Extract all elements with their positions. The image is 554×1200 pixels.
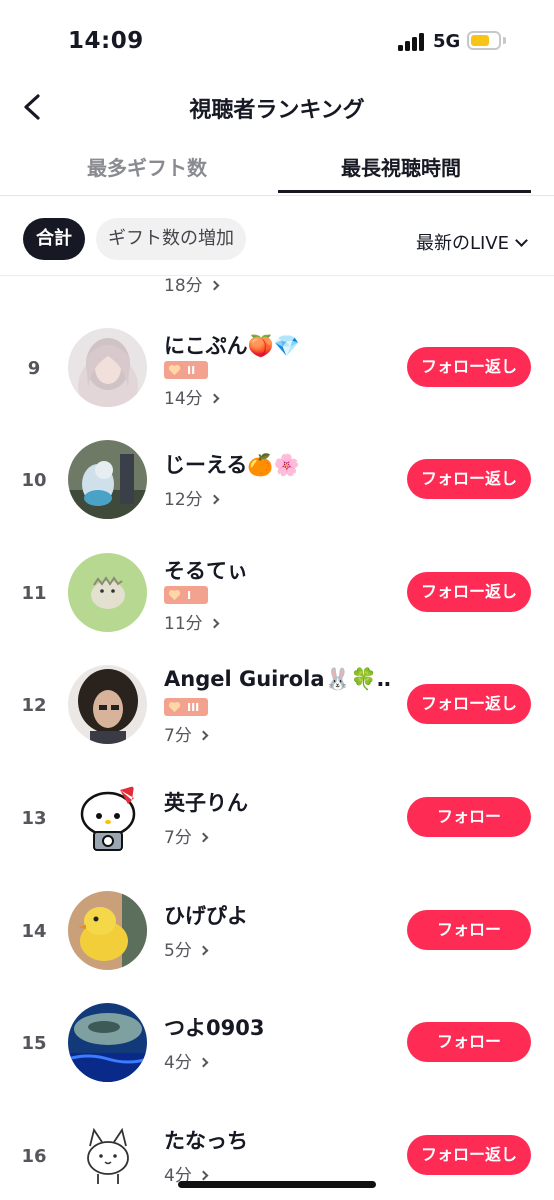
chevron-right-icon <box>209 393 220 404</box>
list-item[interactable]: 11 そるてぃ I 11分 フォロー返し <box>0 540 554 652</box>
duration-text: 7分 <box>164 726 192 746</box>
avatar[interactable] <box>68 328 147 407</box>
rank-number: 11 <box>21 583 47 604</box>
avatar[interactable] <box>68 891 147 970</box>
rank-number: 13 <box>21 808 47 829</box>
duration-text: 11分 <box>164 614 203 634</box>
duration-text: 12分 <box>164 490 203 510</box>
list-item[interactable]: 9 にこぷん🍑💎 II 14分 フォロー返し <box>0 315 554 427</box>
chevron-right-icon <box>209 618 220 629</box>
badge-level: I <box>187 588 192 602</box>
rank-number: 12 <box>21 695 47 716</box>
avatar[interactable] <box>68 1003 147 1082</box>
watch-duration[interactable]: 7分 <box>164 721 209 746</box>
avatar[interactable] <box>68 778 147 857</box>
status-time: 14:09 <box>68 28 144 54</box>
rank-number: 16 <box>21 1146 47 1167</box>
duration-text: 14分 <box>164 389 203 409</box>
chevron-right-icon <box>198 945 209 956</box>
watch-duration[interactable]: 11分 <box>164 609 220 634</box>
watch-duration[interactable]: 18分 <box>164 277 220 296</box>
follow-back-button[interactable]: フォロー返し <box>407 572 531 612</box>
duration-text: 18分 <box>164 277 203 296</box>
follow-button[interactable]: フォロー <box>407 910 531 950</box>
chevron-right-icon <box>198 1170 209 1181</box>
duration-text: 7分 <box>164 828 192 848</box>
viewer-name: にこぷん🍑💎 <box>164 334 300 358</box>
fan-level-badge: II <box>164 361 208 379</box>
heart-icon <box>168 365 181 376</box>
chevron-right-icon <box>198 1057 209 1068</box>
follow-back-button[interactable]: フォロー返し <box>407 1135 531 1175</box>
viewer-name: たなっち <box>164 1129 248 1153</box>
avatar[interactable] <box>68 553 147 632</box>
viewer-name: つよ0903 <box>164 1016 265 1040</box>
list-item[interactable]: 14 ひげぴよ 5分 フォロー <box>0 878 554 990</box>
follow-back-button[interactable]: フォロー返し <box>407 459 531 499</box>
follow-button[interactable]: フォロー <box>407 797 531 837</box>
live-selector[interactable]: 最新のLIVE <box>415 229 528 255</box>
status-bar: 14:09 5G <box>0 0 554 80</box>
tab-most-gifts[interactable]: 最多ギフト数 <box>87 152 207 181</box>
viewer-name: じーえる🍊🌸 <box>164 453 300 477</box>
viewer-name: そるてぃ <box>164 559 248 583</box>
heart-icon <box>168 702 181 713</box>
fan-level-badge: III <box>164 698 208 716</box>
active-tab-indicator <box>278 190 531 193</box>
filter-bar: 合計 ギフト数の増加 最新のLIVE <box>0 196 554 276</box>
duration-text: 4分 <box>164 1053 192 1073</box>
watch-duration[interactable]: 4分 <box>164 1048 209 1073</box>
list-item-partial[interactable]: 18分 <box>0 277 554 319</box>
avatar[interactable] <box>68 440 147 519</box>
avatar[interactable] <box>68 1116 147 1195</box>
chevron-right-icon <box>209 280 220 291</box>
viewer-name: 英子りん <box>164 791 248 815</box>
viewer-ranking-list: 18分 9 にこぷん🍑💎 II 14分 フォロー返し 10 じーえる🍊🌸 12分… <box>0 277 554 1200</box>
watch-duration[interactable]: 14分 <box>164 384 220 409</box>
watch-duration[interactable]: 12分 <box>164 485 220 510</box>
avatar <box>68 277 147 278</box>
follow-button[interactable]: フォロー <box>407 1022 531 1062</box>
filter-chip-total[interactable]: 合計 <box>23 218 85 260</box>
list-item[interactable]: 10 じーえる🍊🌸 12分 フォロー返し <box>0 427 554 539</box>
duration-text: 5分 <box>164 941 192 961</box>
signal-icon <box>398 33 426 51</box>
filter-chip-gift-increase[interactable]: ギフト数の増加 <box>96 218 246 260</box>
chevron-right-icon <box>198 730 209 741</box>
follow-back-button[interactable]: フォロー返し <box>407 347 531 387</box>
badge-level: II <box>187 363 196 377</box>
nav-bar: 視聴者ランキング <box>0 80 554 136</box>
rank-number: 15 <box>21 1033 47 1054</box>
live-selector-label: 最新のLIVE <box>415 233 509 254</box>
ranking-tabs: 最多ギフト数 最長視聴時間 <box>0 140 554 196</box>
avatar[interactable] <box>68 665 147 744</box>
rank-number: 10 <box>21 470 47 491</box>
watch-duration[interactable]: 7分 <box>164 823 209 848</box>
badge-level: III <box>187 700 200 714</box>
watch-duration[interactable]: 5分 <box>164 936 209 961</box>
chevron-down-icon <box>515 234 528 247</box>
heart-icon <box>168 590 181 601</box>
list-item[interactable]: 13 英子りん 7分 フォロー <box>0 765 554 877</box>
battery-tip <box>503 37 506 44</box>
network-label: 5G <box>433 31 461 52</box>
list-item[interactable]: 15 つよ0903 4分 フォロー <box>0 990 554 1102</box>
page-title: 視聴者ランキング <box>189 98 365 123</box>
chevron-right-icon <box>198 832 209 843</box>
chevron-right-icon <box>209 494 220 505</box>
fan-level-badge: I <box>164 586 208 604</box>
tab-longest-watch-time[interactable]: 最長視聴時間 <box>341 152 461 181</box>
viewer-name: Angel Guirola🐰🍀… <box>164 667 392 691</box>
home-indicator[interactable] <box>178 1181 376 1188</box>
rank-number: 14 <box>21 921 47 942</box>
viewer-name: ひげぴよ <box>164 904 248 928</box>
rank-number: 9 <box>27 358 41 379</box>
follow-back-button[interactable]: フォロー返し <box>407 684 531 724</box>
list-item[interactable]: 12 Angel Guirola🐰🍀… III 7分 フォロー返し <box>0 652 554 764</box>
battery-icon <box>467 31 501 50</box>
